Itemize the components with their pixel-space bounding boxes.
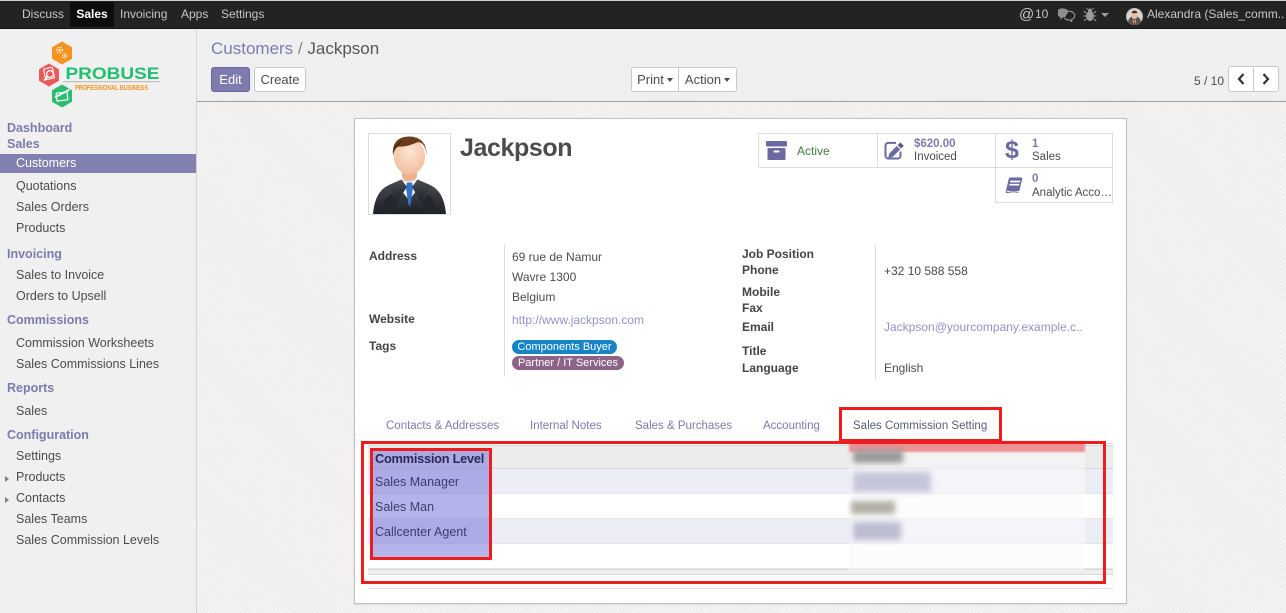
svg-text:PROBUSE: PROBUSE [66,65,160,83]
svg-text:PROFESSIONAL BUSINESS: PROFESSIONAL BUSINESS [75,83,148,92]
